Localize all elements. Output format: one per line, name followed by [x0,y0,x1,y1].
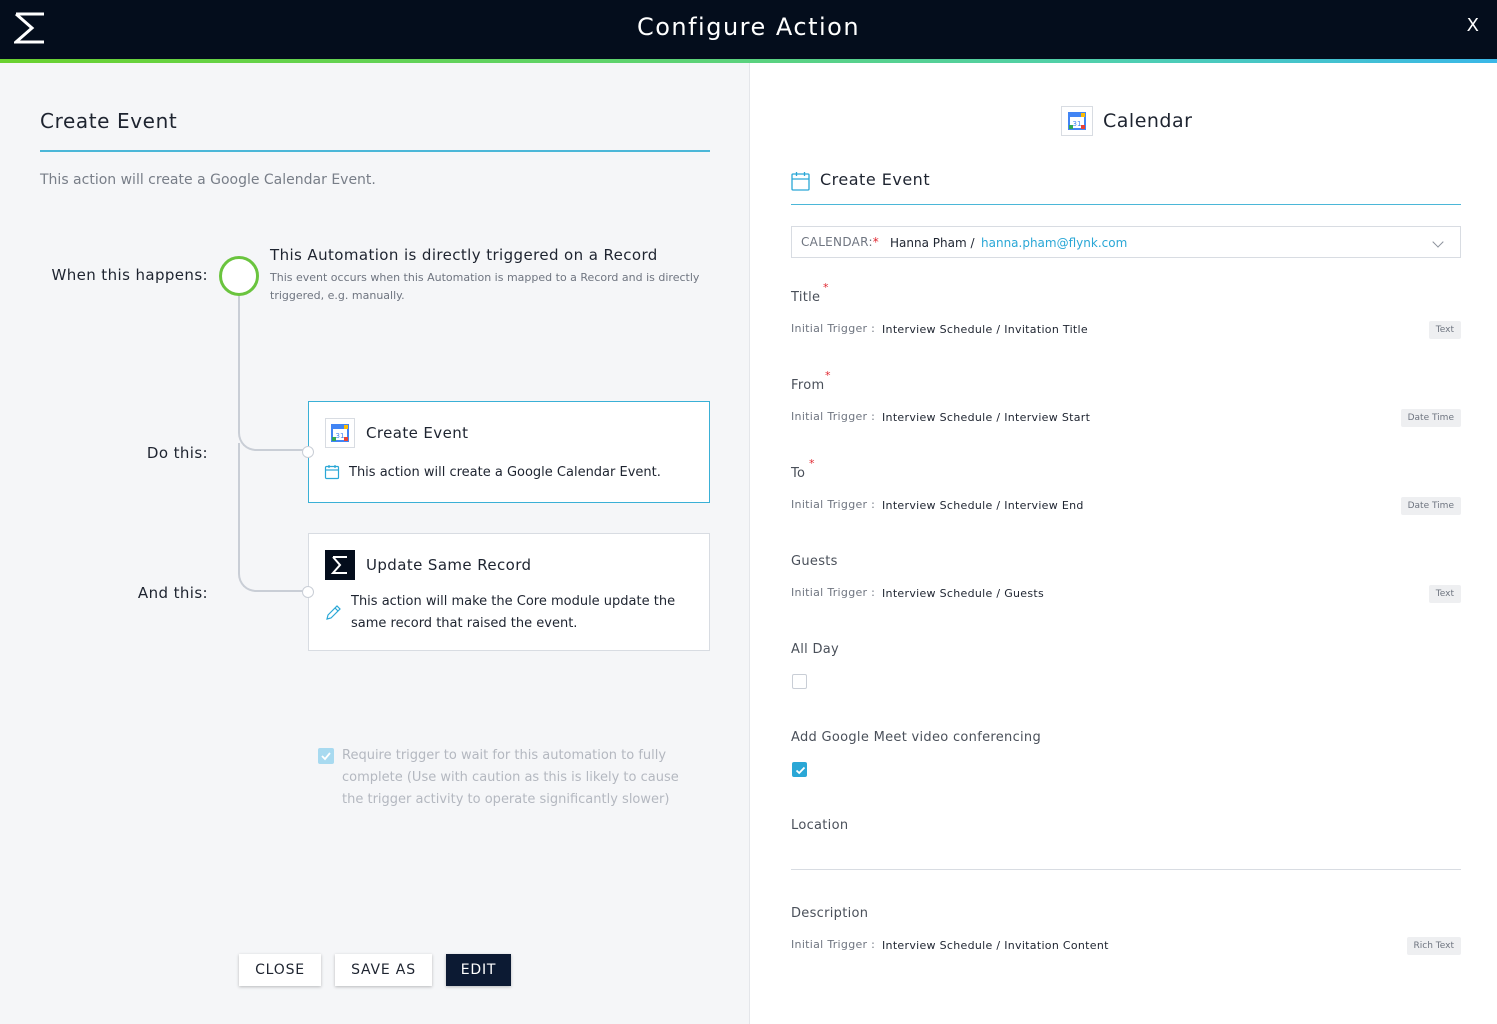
title-field-value[interactable]: Interview Schedule / Invitation Title [882,323,1088,336]
all-day-checkbox[interactable] [792,674,807,689]
calendar-icon [324,465,340,480]
checkmark-icon [795,766,806,775]
top-bar: Configure Action X [0,0,1497,63]
update-record-card-description: This action will make the Core module up… [351,594,676,631]
chevron-down-icon [1432,236,1444,248]
flow-connector-do [238,296,308,451]
guests-field-type-badge: Text [1428,585,1461,603]
left-panel: Create Event This action will create a G… [0,63,749,1024]
svg-text:31: 31 [336,432,345,440]
svg-text:31: 31 [1073,120,1082,128]
when-label: When this happens: [51,266,208,284]
save-as-button[interactable]: SAVE AS [335,954,432,986]
update-record-card[interactable]: Update Same Record This action will make… [308,533,710,651]
pencil-icon [326,605,341,620]
title-field-type-badge: Text [1428,321,1461,339]
dialog-title: Configure Action [636,13,861,41]
calendar-owner-name: Hanna Pham / [890,236,975,250]
update-record-card-title: Update Same Record [366,556,532,574]
close-button[interactable]: CLOSE [239,954,321,986]
description-field-type-badge: Rich Text [1406,937,1461,955]
do-label: Do this: [146,444,208,462]
trigger-node[interactable] [219,256,259,296]
action-title: Create Event [40,109,178,133]
flow-connector-and [238,443,308,592]
location-label: Location [791,818,849,833]
description-field-value[interactable]: Interview Schedule / Invitation Content [882,939,1109,952]
all-day-label: All Day [791,642,840,657]
right-panel: 31 Calendar Create Event CALENDAR:* Hann… [749,63,1497,1024]
calendar-select[interactable]: CALENDAR:* Hanna Pham / hanna.pham@flynk… [791,226,1461,258]
to-field-type-badge: Date Time [1400,497,1461,515]
description-field-prefix: Initial Trigger : [791,938,876,951]
require-wait-checkbox[interactable] [318,748,334,764]
location-input[interactable] [791,869,1461,870]
to-field-label: To * [791,457,815,481]
core-module-icon [325,550,355,580]
trigger-title: This Automation is directly triggered on… [270,246,658,264]
edit-button[interactable]: EDIT [446,954,511,986]
description-label: Description [791,906,869,921]
from-field-type-badge: Date Time [1400,409,1461,427]
title-divider [40,150,710,152]
require-wait-text: Require trigger to wait for this automat… [342,748,679,807]
to-field-value[interactable]: Interview Schedule / Interview End [882,499,1084,512]
from-field-label: From * [791,369,831,393]
connector-dot [302,586,314,598]
create-event-card-title: Create Event [366,424,469,442]
trigger-subtitle: This event occurs when this Automation i… [270,271,700,302]
google-meet-checkbox[interactable] [792,762,807,777]
guests-field-value[interactable]: Interview Schedule / Guests [882,587,1044,600]
google-meet-label: Add Google Meet video conferencing [791,730,1042,745]
to-field-prefix: Initial Trigger : [791,498,876,511]
guests-field-prefix: Initial Trigger : [791,586,876,599]
google-calendar-icon: 31 [1061,106,1093,136]
calendar-owner-email: hanna.pham@flynk.com [981,236,1128,250]
section-divider [791,204,1461,205]
google-calendar-icon: 31 [325,418,355,448]
calendar-icon [791,172,810,191]
section-title: Create Event [820,170,931,189]
title-field-prefix: Initial Trigger : [791,322,876,335]
action-description: This action will create a Google Calenda… [40,172,376,188]
title-field-label: Title * [791,281,829,305]
close-icon[interactable]: X [1467,15,1479,36]
app-name: Calendar [1103,110,1193,132]
and-label: And this: [137,584,208,602]
create-event-card[interactable]: 31 Create Event This action will create … [308,401,710,503]
calendar-label: CALENDAR:* [801,235,880,249]
from-field-prefix: Initial Trigger : [791,410,876,423]
create-event-card-description: This action will create a Google Calenda… [349,465,661,480]
from-field-value[interactable]: Interview Schedule / Interview Start [882,411,1090,424]
guests-field-label: Guests [791,554,838,569]
connector-dot [302,446,314,458]
